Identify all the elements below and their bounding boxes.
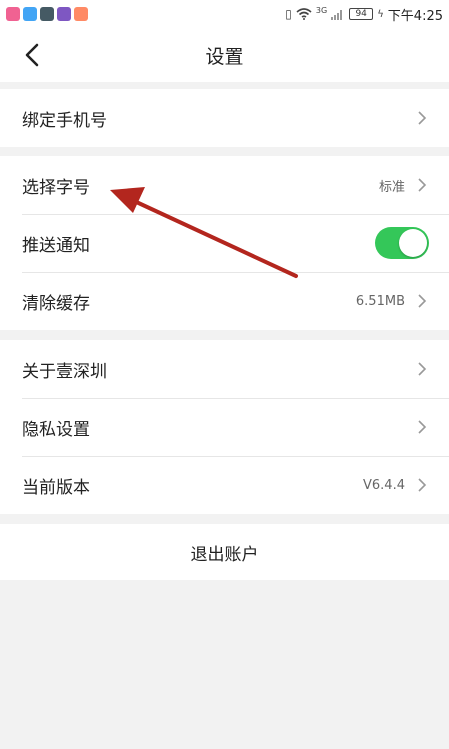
dark-app-icon (40, 7, 54, 21)
battery-level: 94 (355, 9, 367, 19)
row-privacy[interactable]: 隐私设置 (0, 398, 449, 456)
charging-icon: ϟ (377, 8, 384, 20)
row-version[interactable]: 当前版本 V6.4.4 (0, 456, 449, 514)
settings-screen: ▯ 3G 94 ϟ 下午4:25 设置 绑定手机号 选择字号 标准 推送通知 清… (0, 0, 449, 749)
settings-group-about: 关于壹深圳 隐私设置 当前版本 V6.4.4 (0, 340, 449, 514)
page-title: 设置 (205, 45, 244, 68)
blue-app-icon (23, 7, 37, 21)
chevron-right-icon (418, 178, 427, 192)
chevron-left-icon (25, 43, 39, 67)
status-indicators: ▯ 3G 94 ϟ 下午4:25 (285, 5, 443, 24)
chevron-right-icon (418, 420, 427, 434)
row-label: 隐私设置 (22, 419, 90, 440)
row-label: 绑定手机号 (22, 110, 107, 131)
chevron-right-icon (418, 362, 427, 376)
row-label: 推送通知 (22, 235, 90, 256)
back-button[interactable] (14, 38, 50, 72)
wifi-icon (296, 8, 312, 20)
row-value: 标准 (378, 179, 405, 195)
purple-app-icon (57, 7, 71, 21)
settings-group-display: 选择字号 标准 推送通知 清除缓存 6.51MB (0, 156, 449, 330)
status-time: 下午4:25 (387, 8, 443, 24)
battery-icon: 94 (349, 8, 374, 20)
settings-group-account: 绑定手机号 (0, 89, 449, 147)
row-label: 关于壹深圳 (22, 361, 107, 382)
status-bar: ▯ 3G 94 ϟ 下午4:25 (0, 0, 449, 28)
row-value: 6.51MB (355, 293, 405, 309)
chevron-right-icon (418, 294, 427, 308)
row-label: 当前版本 (22, 477, 90, 498)
row-font-size[interactable]: 选择字号 标准 (0, 156, 449, 214)
chevron-right-icon (418, 111, 427, 125)
row-value: V6.4.4 (363, 477, 405, 493)
chevron-right-icon (418, 478, 427, 492)
notification-app-icons (6, 7, 88, 21)
pink-app-icon (6, 7, 20, 21)
nav-bar: 设置 (0, 28, 449, 82)
push-notification-toggle[interactable] (375, 227, 429, 259)
logout-label: 退出账户 (190, 544, 259, 565)
vibrate-icon: ▯ (285, 7, 292, 21)
signal-icon (331, 10, 343, 20)
network-type: 3G (315, 5, 328, 15)
row-bind-phone[interactable]: 绑定手机号 (0, 89, 449, 147)
row-label: 选择字号 (22, 177, 90, 198)
toggle-knob (399, 229, 427, 257)
row-label: 清除缓存 (22, 293, 90, 314)
row-about[interactable]: 关于壹深圳 (0, 340, 449, 398)
orange-app-icon (74, 7, 88, 21)
logout-button[interactable]: 退出账户 (0, 524, 449, 580)
row-clear-cache[interactable]: 清除缓存 6.51MB (0, 272, 449, 330)
row-push-notification: 推送通知 (0, 214, 449, 272)
